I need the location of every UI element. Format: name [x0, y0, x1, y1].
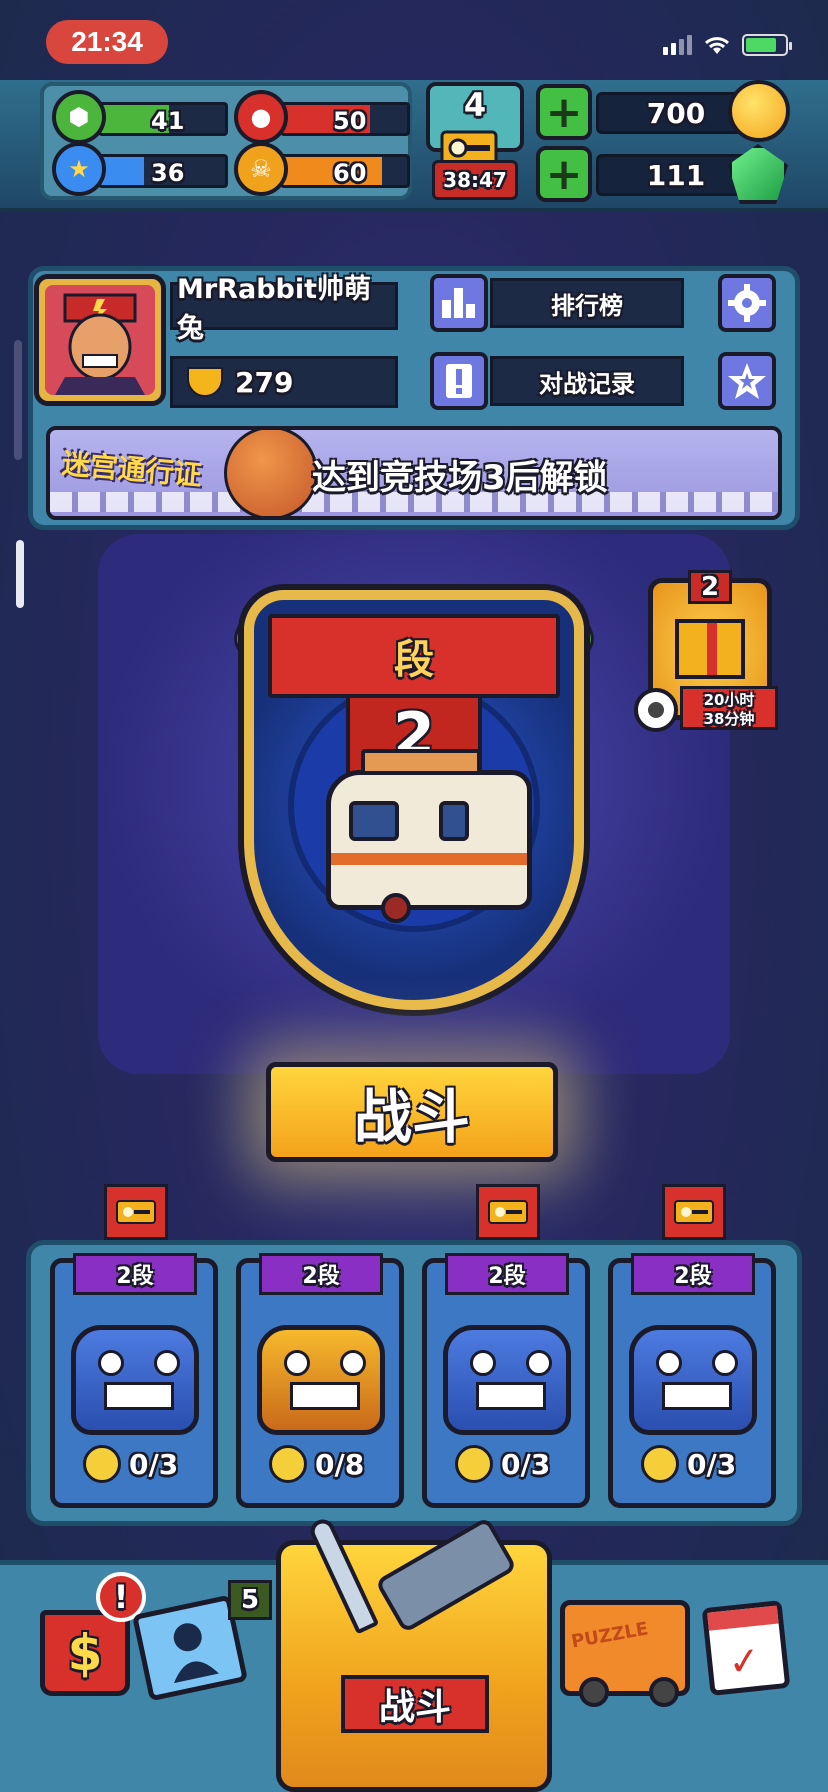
slot-tier: 2段 — [73, 1253, 197, 1295]
wheel-icon — [579, 1677, 609, 1707]
chest-slot-2[interactable]: 2段 0/8 — [236, 1253, 404, 1508]
scroll-track — [14, 340, 22, 460]
stat-gold-value: 60 — [333, 159, 367, 187]
chest-slot-3[interactable]: 2段 0/3 — [422, 1253, 590, 1508]
scroll-indicator[interactable] — [16, 540, 24, 608]
settings-button[interactable] — [718, 274, 776, 332]
stat-blue-value: 36 — [151, 159, 185, 187]
gift-box-icon — [675, 619, 745, 679]
wheel-icon — [649, 1677, 679, 1707]
battle-log-button[interactable]: 对战记录 — [490, 356, 684, 406]
reward-chest-level: 2 — [688, 570, 732, 604]
trophy-count: 279 — [235, 365, 294, 399]
battery-icon — [742, 34, 792, 56]
slot-1-key-icon — [104, 1184, 168, 1240]
maze-pass-banner[interactable]: 迷宫通行证 达到竞技场3后解锁 — [46, 426, 782, 520]
gear-icon — [728, 284, 766, 322]
battle-button[interactable]: 战斗 — [266, 1062, 558, 1162]
cards-badge: 5 — [228, 1580, 272, 1620]
stat-green[interactable]: 41 ⬢ — [52, 90, 228, 144]
slot-progress: 0/8 — [315, 1447, 365, 1481]
achievements-button[interactable] — [718, 352, 776, 410]
revolver-icon — [374, 1516, 518, 1634]
exclamation-icon — [446, 364, 472, 398]
reward-timer: 20小时 38分钟 — [680, 686, 778, 730]
slot-tier: 2段 — [631, 1253, 755, 1295]
gold-skull-icon: ☠ — [234, 142, 288, 196]
signal-icon — [663, 35, 692, 55]
trophy-icon — [187, 367, 223, 397]
chest-slot-4[interactable]: 2段 0/3 — [608, 1253, 776, 1508]
blue-star-icon: ★ — [52, 142, 106, 196]
status-time: 21:34 — [46, 20, 168, 64]
slot-tier: 2段 — [445, 1253, 569, 1295]
green-hex-icon: ⬢ — [52, 90, 106, 144]
trophy-bar: 279 — [170, 356, 398, 408]
basketball-icon — [224, 430, 318, 516]
stat-blue[interactable]: 36 ★ — [52, 142, 228, 196]
arena-tier-banner: 段 — [268, 614, 560, 698]
reward-timer-minutes: 38分钟 — [703, 710, 755, 728]
stat-red[interactable]: 50 ● — [234, 90, 410, 144]
camper-van-icon — [326, 749, 532, 923]
blue-backpack-chest-icon — [71, 1325, 199, 1435]
shop-button[interactable]: $ — [40, 1610, 130, 1696]
status-icons — [663, 34, 792, 56]
gold-treasure-chest-icon — [257, 1325, 385, 1435]
character-card-icon — [173, 1623, 219, 1684]
slot-progress: 0/3 — [501, 1447, 551, 1481]
slot-4-key-icon — [662, 1184, 726, 1240]
slot-progress: 0/3 — [687, 1447, 737, 1481]
add-gems-button[interactable]: + — [536, 146, 592, 202]
nav-battle-label: 战斗 — [341, 1675, 489, 1733]
blue-backpack-chest-icon — [629, 1325, 757, 1435]
bar-chart-icon — [442, 288, 475, 318]
puzzle-truck-button[interactable]: PUZZLE — [560, 1600, 690, 1707]
truck-text: PUZZLE — [569, 1618, 650, 1653]
stat-red-value: 50 — [333, 107, 367, 135]
key-coin-icon — [83, 1445, 121, 1483]
key-timer: 38:47 — [432, 160, 518, 200]
character-portrait-icon — [55, 293, 145, 395]
knife-icon — [306, 1515, 380, 1635]
key-coin-icon — [641, 1445, 679, 1483]
slot-progress: 0/3 — [129, 1447, 179, 1481]
tasks-button[interactable]: ✓ — [701, 1600, 791, 1696]
slot-tier: 2段 — [259, 1253, 383, 1295]
stopwatch-icon — [634, 688, 678, 732]
maze-pass-label: 迷宫通行证 — [60, 446, 204, 493]
stat-gold[interactable]: 60 ☠ — [234, 142, 410, 196]
slot-3-key-icon — [476, 1184, 540, 1240]
battle-log-icon-button[interactable] — [430, 352, 488, 410]
red-octagon-icon: ● — [234, 90, 288, 144]
reward-timer-hours: 20小时 — [703, 691, 755, 709]
star-badge-icon — [728, 363, 766, 399]
leaderboard-icon-button[interactable] — [430, 274, 488, 332]
arena-tier-label: 段 — [394, 637, 434, 683]
nav-battle-tab[interactable]: 战斗 — [276, 1515, 552, 1792]
key-coin-icon — [269, 1445, 307, 1483]
add-coins-button[interactable]: + — [536, 84, 592, 140]
username: MrRabbit帅萌兔 — [170, 274, 398, 344]
blue-backpack-chest-icon — [443, 1325, 571, 1435]
key-coin-icon — [455, 1445, 493, 1483]
avatar[interactable] — [34, 274, 166, 406]
stat-green-value: 41 — [151, 107, 185, 135]
wifi-icon — [704, 37, 730, 54]
coin-icon — [728, 80, 790, 142]
checkmark-icon: ✓ — [726, 1637, 763, 1685]
leaderboard-button[interactable]: 排行榜 — [490, 278, 684, 328]
chest-slot-1[interactable]: 2段 0/3 — [50, 1253, 218, 1508]
maze-pass-message: 达到竞技场3后解锁 — [312, 458, 608, 498]
